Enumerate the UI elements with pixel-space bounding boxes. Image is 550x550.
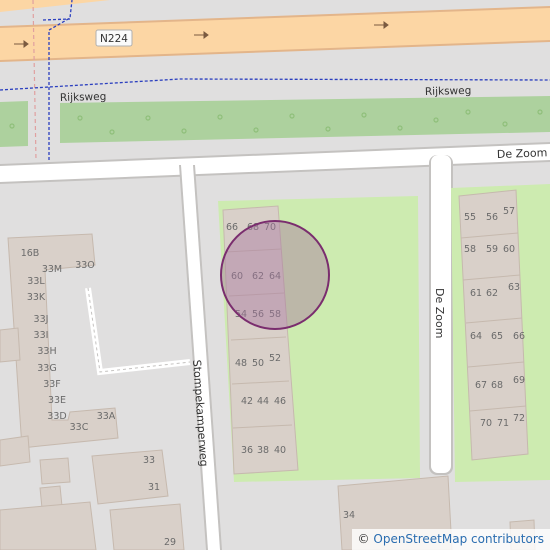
house-number-label: 55 <box>464 212 476 223</box>
house-number-label: 69 <box>513 375 525 386</box>
house-number-label: 46 <box>274 396 286 407</box>
house-number-label: 65 <box>491 331 503 342</box>
house-number-label: 70 <box>480 418 492 429</box>
road-label-rijksweg-east: Rijksweg <box>425 85 472 98</box>
house-number-label: 33I <box>34 330 49 341</box>
map-attribution: © OpenStreetMap contributors <box>351 529 550 550</box>
house-number-label: 16B <box>21 248 40 259</box>
road-label-de-zoom-vertical: De Zoom <box>433 288 446 338</box>
house-number-label: 57 <box>503 206 515 217</box>
house-number-label: 68 <box>491 380 503 391</box>
road-ref-n224: N224 <box>100 33 128 45</box>
house-number-label: 66 <box>226 222 238 233</box>
house-number-label: 64 <box>470 331 482 342</box>
house-number-label: 36 <box>241 445 253 456</box>
road-label-rijksweg-west: Rijksweg <box>60 91 107 104</box>
house-number-label: 34 <box>343 510 355 521</box>
house-number-label: 59 <box>486 244 498 255</box>
house-number-label: 72 <box>513 413 525 424</box>
house-number-label: 44 <box>257 396 269 407</box>
house-number-label: 50 <box>252 358 264 369</box>
osm-contributors-link[interactable]: OpenStreetMap contributors <box>373 532 544 546</box>
house-number-label: 33 <box>143 455 155 466</box>
house-number-label: 29 <box>164 537 176 548</box>
house-number-label: 40 <box>274 445 286 456</box>
house-number-label: 56 <box>486 212 498 223</box>
house-number-label: 67 <box>475 380 487 391</box>
house-number-label: 71 <box>497 418 509 429</box>
house-number-label: 58 <box>464 244 476 255</box>
house-number-label: 63 <box>508 282 520 293</box>
house-number-label: 33F <box>43 379 61 390</box>
house-number-label: 61 <box>470 288 482 299</box>
house-number-label: 42 <box>241 396 253 407</box>
map-canvas[interactable]: N224 Rijksweg Rijksweg De Zoom Stompekam… <box>0 0 550 550</box>
house-number-label: 33L <box>27 276 45 287</box>
road-label-de-zoom-horizontal: De Zoom <box>497 146 548 161</box>
map-svg[interactable]: N224 Rijksweg Rijksweg De Zoom Stompekam… <box>0 0 550 550</box>
house-number-label: 60 <box>503 244 515 255</box>
house-number-label: 33O <box>75 260 95 271</box>
house-number-label: 33K <box>27 292 46 303</box>
house-number-label: 62 <box>486 288 498 299</box>
house-number-label: 52 <box>269 353 281 364</box>
green-strip-west <box>0 101 28 147</box>
house-number-label: 33D <box>47 411 66 422</box>
house-number-label: 38 <box>257 445 269 456</box>
house-number-label: 33A <box>97 411 116 422</box>
road-shield-n224: N224 <box>95 29 133 47</box>
house-number-label: 66 <box>513 331 525 342</box>
house-number-label: 33E <box>48 395 66 406</box>
house-number-label: 48 <box>235 358 247 369</box>
house-number-label: 33M <box>42 264 62 275</box>
copyright-symbol: © <box>357 532 370 546</box>
house-number-label: 33C <box>70 422 89 433</box>
house-number-label: 33J <box>34 314 49 325</box>
house-number-label: 33G <box>37 363 56 374</box>
location-marker-circle[interactable] <box>220 220 330 330</box>
house-number-label: 31 <box>148 482 160 493</box>
house-number-label: 33H <box>37 346 56 357</box>
